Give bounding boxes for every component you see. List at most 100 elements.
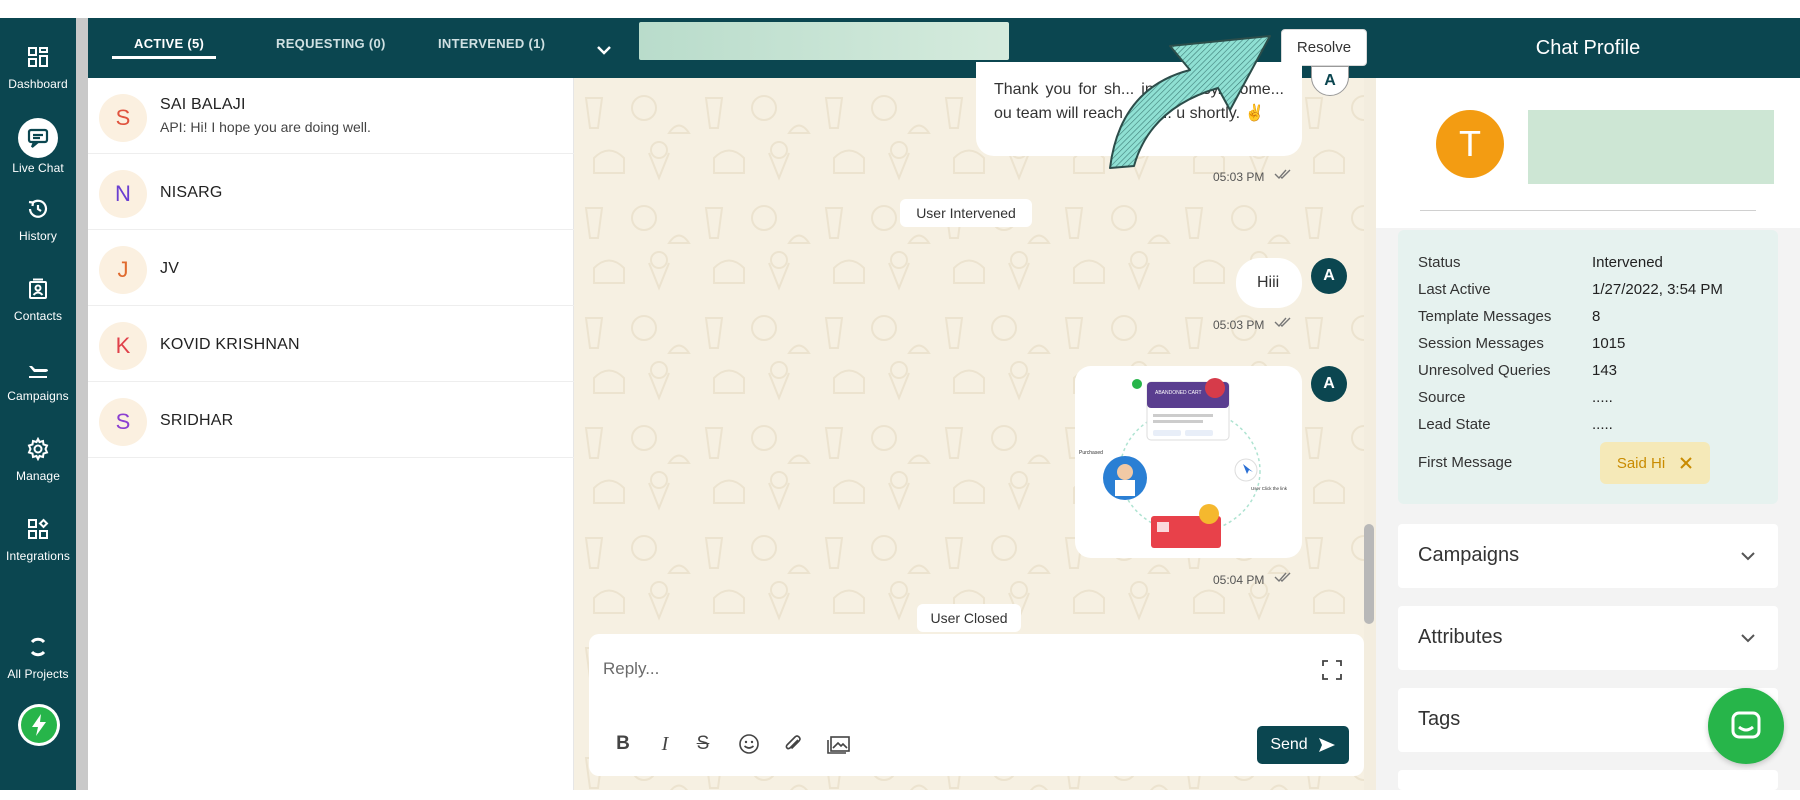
gallery-icon[interactable] xyxy=(825,730,853,758)
chevron-down-icon[interactable] xyxy=(590,36,618,64)
agent-avatar: A xyxy=(1311,366,1347,402)
abandoned-cart-image: ABANDONED CART Purchased User Click the … xyxy=(1079,378,1288,548)
info-value: 1015 xyxy=(1592,335,1626,352)
tab-requesting[interactable]: REQUESTING (0) xyxy=(276,36,386,51)
chat-scrollbar-thumb[interactable] xyxy=(1364,524,1374,624)
profile-avatar: T xyxy=(1436,110,1504,178)
info-label: Last Active xyxy=(1418,281,1491,298)
projects-icon xyxy=(21,630,55,664)
info-value: 8 xyxy=(1592,308,1601,325)
image-message[interactable]: ABANDONED CART Purchased User Click the … xyxy=(1075,366,1302,558)
close-icon[interactable] xyxy=(1679,456,1693,470)
accordion-title: Campaigns xyxy=(1418,544,1520,566)
contact-avatar: S xyxy=(99,94,147,142)
profile-card: T xyxy=(1376,78,1800,228)
nav-integrations[interactable]: Integrations xyxy=(0,512,76,582)
expand-icon[interactable] xyxy=(1322,660,1344,682)
info-value: ..... xyxy=(1592,389,1613,406)
plane-icon xyxy=(21,352,55,386)
contact-item[interactable]: S SRIDHAR xyxy=(88,382,574,458)
info-value: 143 xyxy=(1592,362,1618,379)
contact-name: SRIDHAR xyxy=(160,412,234,429)
lightning-icon xyxy=(21,707,57,743)
nav-campaigns-label: Campaigns xyxy=(7,389,69,403)
chevron-down-icon xyxy=(1741,634,1755,643)
accordion-title: Tags xyxy=(1418,708,1461,730)
chat-bubble-icon xyxy=(1731,711,1761,739)
nav-all-projects-label: All Projects xyxy=(7,667,69,681)
nav-live-chat-label: Live Chat xyxy=(12,161,64,175)
info-label: Status xyxy=(1418,254,1461,271)
contact-item[interactable]: S SAI BALAJI API: Hi! I hope you are doi… xyxy=(88,78,574,154)
card-title-text: ABANDONED CART xyxy=(1155,390,1202,396)
profile-divider xyxy=(1420,210,1756,211)
nav-dashboard[interactable]: Dashboard xyxy=(0,40,76,110)
accordion-title: Attributes xyxy=(1418,626,1503,648)
campaigns-accordion[interactable]: Campaigns xyxy=(1398,524,1778,588)
active-tab-indicator xyxy=(112,56,216,59)
brand-logo xyxy=(18,704,60,746)
info-label: Template Messages xyxy=(1418,308,1552,325)
send-label: Send xyxy=(1270,736,1308,753)
chat-profile-panel: T Status Intervened Last Active 1/27/202… xyxy=(1376,78,1800,790)
nav-history[interactable]: History xyxy=(0,192,76,262)
info-value: Intervened xyxy=(1592,254,1663,271)
double-check-icon xyxy=(1274,169,1291,180)
tab-active[interactable]: ACTIVE (5) xyxy=(134,36,204,51)
chevron-down-icon xyxy=(1741,552,1755,561)
support-chat-button[interactable] xyxy=(1708,688,1784,764)
agent-avatar: A xyxy=(1311,258,1347,294)
nav-dashboard-label: Dashboard xyxy=(8,77,68,91)
resolve-button[interactable]: Resolve xyxy=(1281,29,1367,66)
italic-icon[interactable]: I xyxy=(651,730,679,758)
chat-icon xyxy=(18,118,58,158)
reply-composer: B I S Send xyxy=(589,634,1364,776)
system-message: User Intervened xyxy=(900,199,1032,227)
contact-avatar: S xyxy=(99,398,147,446)
integrations-icon xyxy=(21,512,55,546)
contact-name-redacted xyxy=(639,22,1009,60)
nav-manage-label: Manage xyxy=(16,469,60,483)
info-label: Session Messages xyxy=(1418,335,1544,352)
attributes-accordion[interactable]: Attributes xyxy=(1398,606,1778,670)
attachment-icon[interactable] xyxy=(779,730,807,758)
purchased-label: Purchased xyxy=(1079,450,1103,456)
info-value: 1/27/2022, 3:54 PM xyxy=(1592,281,1723,298)
contact-preview: API: Hi! I hope you are doing well. xyxy=(160,119,371,135)
contact-item[interactable]: K KOVID KRISHNAN xyxy=(88,306,574,382)
first-message-chip[interactable]: Said Hi xyxy=(1600,442,1710,484)
contact-avatar: N xyxy=(99,170,147,218)
nav-campaigns[interactable]: Campaigns xyxy=(0,352,76,422)
contact-name: NISARG xyxy=(160,184,223,201)
contact-name: SAI BALAJI xyxy=(160,96,246,113)
profile-name-redacted xyxy=(1528,110,1774,184)
message-time: 05:04 PM xyxy=(1213,573,1265,587)
chip-label: Said Hi xyxy=(1616,454,1666,472)
contact-item[interactable]: J JV xyxy=(88,230,574,306)
info-label: Unresolved Queries xyxy=(1418,362,1551,379)
nav-contacts[interactable]: Contacts xyxy=(0,272,76,342)
nav-live-chat[interactable]: Live Chat xyxy=(0,118,76,188)
double-check-icon xyxy=(1274,317,1291,328)
nav-manage[interactable]: Manage xyxy=(0,432,76,502)
contact-avatar: K xyxy=(99,322,147,370)
app-root: Dashboard Live Chat History Contacts Cam… xyxy=(0,0,1800,800)
contact-avatar: J xyxy=(99,246,147,294)
bold-icon[interactable]: B xyxy=(609,730,637,758)
next-accordion[interactable] xyxy=(1398,770,1778,790)
grid-icon xyxy=(21,40,55,74)
profile-header: Chat Profile xyxy=(1376,18,1800,78)
reply-input[interactable] xyxy=(603,654,1263,684)
contact-item[interactable]: N NISARG xyxy=(88,154,574,230)
emoji-icon[interactable] xyxy=(735,730,763,758)
chat-scrollbar-track[interactable] xyxy=(1364,78,1376,790)
tab-intervened[interactable]: INTERVENED (1) xyxy=(438,36,545,51)
info-label: Source xyxy=(1418,389,1466,406)
info-label: First Message xyxy=(1418,454,1513,471)
nav-history-label: History xyxy=(18,229,58,243)
send-button[interactable]: Send xyxy=(1257,726,1349,764)
message-time: 05:03 PM xyxy=(1213,170,1265,184)
strikethrough-icon[interactable]: S xyxy=(689,730,717,758)
message-text: Hiii xyxy=(1257,274,1280,291)
nav-all-projects[interactable]: All Projects xyxy=(0,630,76,700)
